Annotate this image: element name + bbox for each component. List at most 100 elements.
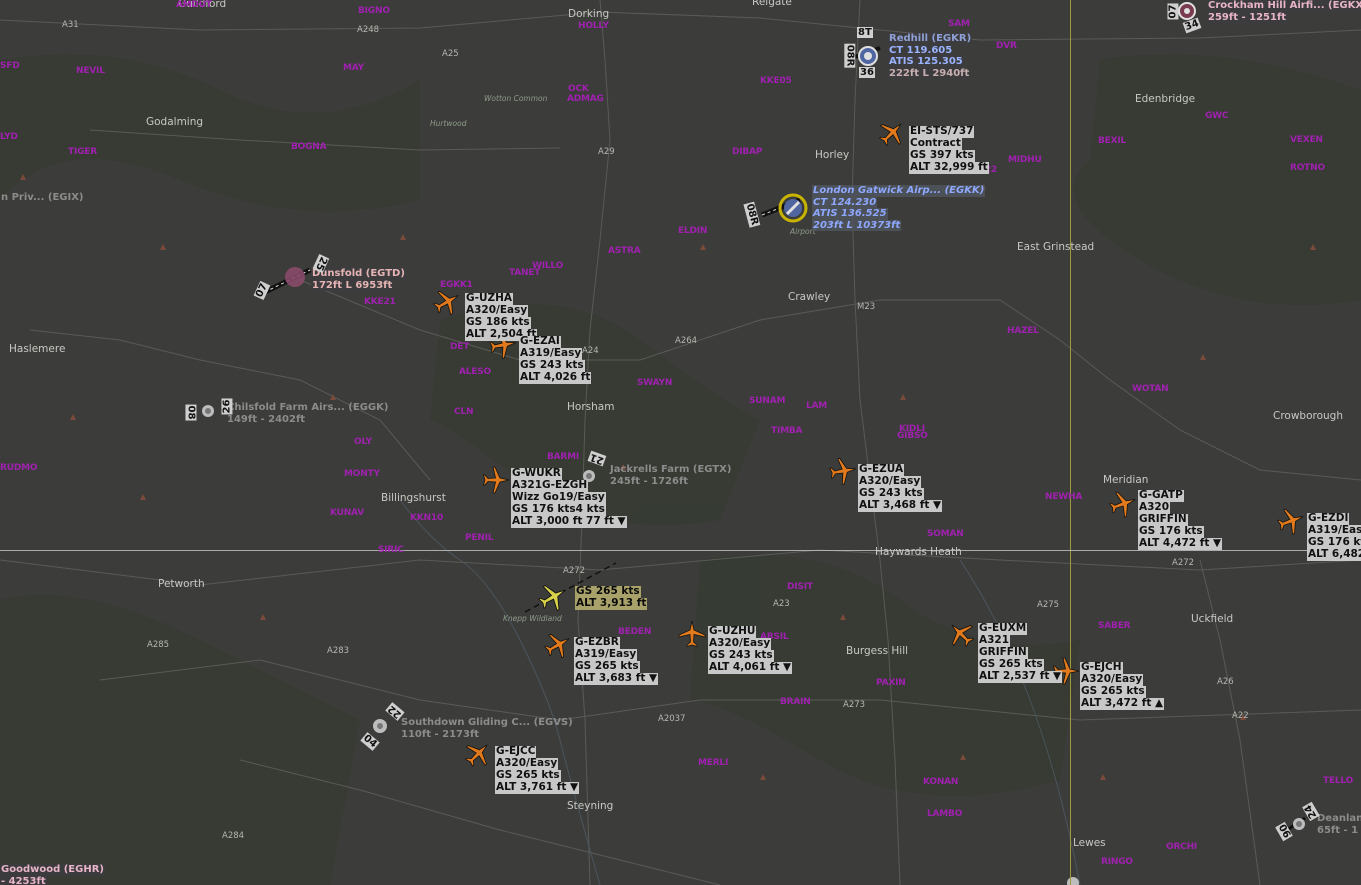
waypoint-label[interactable]: KONAN xyxy=(923,777,958,787)
waypoint-label[interactable]: HOLLY xyxy=(578,21,609,31)
waypoint-label[interactable]: BARMI xyxy=(547,452,579,462)
waypoint-label[interactable]: PAXIN xyxy=(876,678,906,688)
waypoint-label[interactable]: NEVIL xyxy=(76,66,105,76)
aircraft-icon[interactable] xyxy=(877,118,907,148)
waypoint-label[interactable]: RUDMO xyxy=(0,463,38,473)
waypoint-label[interactable]: HAZEL xyxy=(1007,326,1039,336)
airport-southdown[interactable]: Southdown Gliding C... (EGVS) 110ft - 21… xyxy=(400,717,574,740)
waypoint-label[interactable]: OLY xyxy=(354,437,372,447)
airport-goodwood[interactable]: Goodwood (EGHR) - 4253ft xyxy=(0,864,105,885)
aircraft-speed: GS 265 kts xyxy=(574,660,640,673)
airport-jackrells[interactable]: Jackrells Farm (EGTX) 245ft - 1726ft xyxy=(609,464,732,487)
aircraft-icon[interactable] xyxy=(481,465,511,495)
waypoint-label[interactable]: GIBSO xyxy=(897,431,928,441)
waypoint-label[interactable]: BIGNO xyxy=(358,6,390,16)
waypoint-label[interactable]: LYD xyxy=(0,132,18,142)
aircraft-altitude: ALT 3,761 ft ▼ xyxy=(495,781,580,795)
waypoint-label[interactable]: KUNAV xyxy=(330,508,364,518)
aircraft-icon[interactable] xyxy=(828,456,858,486)
airport-deanland[interactable]: Deanland 65ft - 1 xyxy=(1316,813,1361,836)
aircraft-label[interactable]: G-EZBR A319/Easy GS 265 kts ALT 3,683 ft… xyxy=(574,636,659,686)
waypoint-label[interactable]: TELLO xyxy=(1323,776,1353,786)
waypoint-label[interactable]: KKN10 xyxy=(410,513,443,523)
aircraft-type: A320/Easy xyxy=(465,304,529,317)
aircraft-icon[interactable] xyxy=(1108,489,1138,519)
waypoint-label[interactable]: LAMBO xyxy=(927,809,962,819)
waypoint-label[interactable]: VEXEN xyxy=(1290,135,1323,145)
aircraft-type: Contract xyxy=(909,137,962,150)
airport-partial-west[interactable]: n Priv... (EGIX) xyxy=(0,192,84,204)
aircraft-label[interactable]: G-EZDI A319/Easy GS 176 kt ALT 6,482 xyxy=(1307,512,1361,562)
waypoint-label[interactable]: AMDUT xyxy=(176,0,212,10)
waypoint-label[interactable]: DISIT xyxy=(787,582,813,592)
map-canvas[interactable]: Guildford Dorking Reigate Godalming Horl… xyxy=(0,0,1361,885)
waypoint-label[interactable]: KKE21 xyxy=(364,297,396,307)
aircraft-icon[interactable] xyxy=(543,630,573,660)
aircraft-label[interactable]: EI-STS/737 Contract GS 397 kts ALT 32,99… xyxy=(909,125,989,175)
waypoint-label[interactable]: ASTRA xyxy=(608,246,641,256)
airport-gatwick[interactable]: London Gatwick Airp... (EGKK) CT 124.230… xyxy=(812,185,986,231)
aircraft-label[interactable]: G-GATP A320 GRIFFIN GS 176 kts ALT 4,472… xyxy=(1138,489,1223,551)
waypoint-label[interactable]: RINGO xyxy=(1101,857,1133,867)
aircraft-label[interactable]: G-EZAI A319/Easy GS 243 kts ALT 4,026 ft xyxy=(519,335,592,385)
aircraft-altitude: ALT 32,999 ft xyxy=(909,161,989,175)
aircraft-label[interactable]: G-EUXM A321 GRIFFIN GS 265 kts ALT 2,537… xyxy=(978,622,1063,684)
waypoint-label[interactable]: SUNAM xyxy=(749,396,785,406)
waypoint-label[interactable]: BEDEN xyxy=(618,627,651,637)
airport-redhill[interactable]: Redhill (EGKR) CT 119.605 ATIS 125.305 2… xyxy=(888,33,973,79)
waypoint-label[interactable]: BRAIN xyxy=(780,697,811,707)
waypoint-label[interactable]: WOTAN xyxy=(1132,384,1169,394)
waypoint-label[interactable]: PENIL xyxy=(465,533,494,543)
waypoint-label[interactable]: SIRIC xyxy=(378,545,404,555)
aircraft-speed: GS 186 kts xyxy=(465,316,531,329)
aircraft-icon[interactable] xyxy=(432,287,462,317)
user-aircraft-altitude: ALT 3,913 ft xyxy=(575,597,648,610)
aircraft-icon[interactable] xyxy=(946,619,976,649)
waypoint-label[interactable]: KKE05 xyxy=(760,76,792,86)
waypoint-label[interactable]: LAM xyxy=(806,401,827,411)
waypoint-label[interactable]: SAM xyxy=(948,19,970,29)
waypoint-label[interactable]: BEXIL xyxy=(1098,136,1126,146)
waypoint-label[interactable]: DET xyxy=(450,342,469,352)
waypoint-label[interactable]: MERLI xyxy=(698,758,728,768)
airport-dunsfold[interactable]: Dunsfold (EGTD) 172ft L 6953ft xyxy=(311,268,406,291)
waypoint-label[interactable]: MONTY xyxy=(344,469,380,479)
waypoint-label[interactable]: TIGER xyxy=(68,147,97,157)
aircraft-label[interactable]: G-EJCC A320/Easy GS 265 kts ALT 3,761 ft… xyxy=(495,745,580,795)
user-aircraft-speed: GS 265 kts xyxy=(575,585,641,598)
waypoint-label[interactable]: SABER xyxy=(1098,621,1131,631)
airport-chilsfold[interactable]: Chilsfold Farm Airs... (EGGK) 149ft - 24… xyxy=(226,402,389,425)
aircraft-icon[interactable] xyxy=(463,739,493,769)
waypoint-label[interactable]: OCK xyxy=(568,84,589,94)
waypoint-label[interactable]: DIBAP xyxy=(732,147,762,157)
waypoint-label[interactable]: CLN xyxy=(454,407,473,417)
waypoint-label[interactable]: SFD xyxy=(0,61,20,71)
waypoint-label[interactable]: BOGNA xyxy=(291,142,327,152)
user-aircraft-icon[interactable] xyxy=(537,581,569,613)
waypoint-label[interactable]: TIMBA xyxy=(771,426,802,436)
waypoint-label[interactable]: NEWHA xyxy=(1045,492,1082,502)
waypoint-label[interactable]: SWAYN xyxy=(637,378,672,388)
aircraft-icon[interactable] xyxy=(1276,506,1306,536)
aircraft-label[interactable]: G-UZHU A320/Easy GS 243 kts ALT 4,061 ft… xyxy=(708,625,793,675)
waypoint-label[interactable]: ALESO xyxy=(459,367,491,377)
waypoint-label[interactable]: GWC xyxy=(1205,111,1229,121)
waypoint-label[interactable]: TANET xyxy=(509,268,540,278)
airport-crockham-hill[interactable]: Crockham Hill Airfi... (EGKX) 259ft - 12… xyxy=(1207,0,1361,23)
waypoint-label[interactable]: ROTNO xyxy=(1290,163,1325,173)
terrain-layer xyxy=(0,0,1361,885)
waypoint-label[interactable]: ORCHI xyxy=(1166,842,1197,852)
aircraft-label[interactable]: G-EJCH A320/Easy GS 265 kts ALT 3,472 ft… xyxy=(1080,661,1165,711)
aircraft-icon[interactable] xyxy=(677,619,707,649)
waypoint-label[interactable]: MAY xyxy=(343,63,364,73)
waypoint-label[interactable]: ELDIN xyxy=(678,226,707,236)
user-aircraft-label[interactable]: GS 265 kts ALT 3,913 ft xyxy=(575,585,648,610)
waypoint-label[interactable]: DVR xyxy=(996,41,1017,51)
waypoint-label[interactable]: ADMAG xyxy=(567,94,604,104)
aircraft-label[interactable]: G-WUKR A321G-EZGH Wizz Go19/Easy GS 176 … xyxy=(511,467,627,529)
prime-meridian-line xyxy=(1070,0,1071,885)
waypoint-label[interactable]: SOMAN xyxy=(927,529,964,539)
aircraft-type: A320/Easy xyxy=(495,757,559,770)
aircraft-label[interactable]: G-EZUA A320/Easy GS 243 kts ALT 3,468 ft… xyxy=(858,463,943,513)
waypoint-label[interactable]: MIDHU xyxy=(1008,155,1042,165)
